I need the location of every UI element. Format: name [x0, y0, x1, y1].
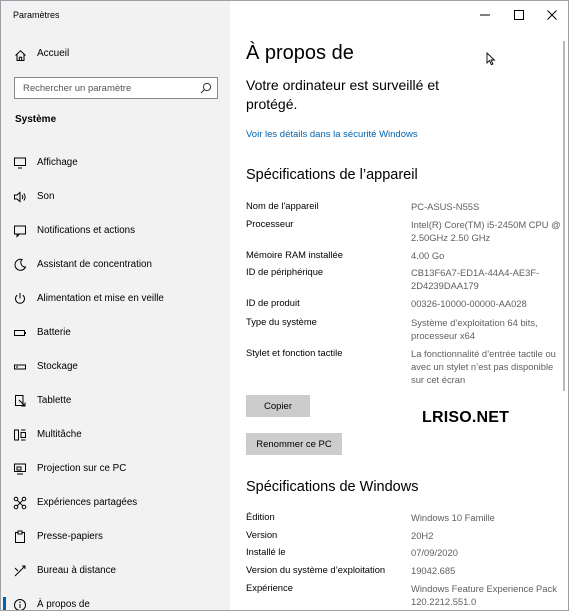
shared-experiences-icon — [13, 496, 27, 510]
storage-icon — [14, 364, 26, 370]
device-specs-heading: Spécifications de l’appareil — [246, 167, 418, 183]
notification-icon — [14, 225, 26, 238]
sidebar-item-clipboard[interactable]: Presse-papiers — [1, 522, 230, 552]
multitask-icon — [14, 429, 26, 441]
spec-key: Édition — [246, 511, 275, 522]
scrollbar[interactable] — [563, 41, 565, 391]
sidebar-item-label: Projection sur ce PC — [37, 463, 127, 474]
speaker-icon — [14, 191, 26, 203]
sidebar-item-label: Presse-papiers — [37, 531, 103, 542]
spec-key: ID de périphérique — [246, 266, 324, 277]
spec-key: Expérience — [246, 582, 293, 593]
clipboard-icon — [15, 530, 25, 543]
home-icon — [15, 49, 26, 61]
search-box[interactable] — [14, 77, 218, 99]
sidebar-item-info[interactable]: À propos de — [1, 590, 230, 610]
spec-key: Nom de l'appareil — [246, 200, 319, 211]
sidebar-item-label: Son — [37, 191, 55, 202]
spec-value: Windows 10 Famille — [411, 512, 495, 523]
battery-icon — [14, 330, 26, 336]
security-details-link[interactable]: Voir les détails dans la sécurité Window… — [246, 129, 418, 140]
spec-key: Type du système — [246, 316, 317, 327]
copy-button[interactable]: Copier — [246, 395, 310, 417]
home-nav-item[interactable]: Accueil — [14, 46, 69, 64]
sidebar: Paramètres Accueil Système Affichage Son N… — [1, 1, 230, 610]
spec-value: La fonctionnalité d’entrée tactile ou av… — [411, 348, 556, 385]
spec-key: Installé le — [246, 546, 286, 557]
windows-specs-heading: Spécifications de Windows — [246, 479, 419, 495]
sidebar-item-label: Alimentation et mise en veille — [37, 293, 164, 304]
spec-value: 07/09/2020 — [411, 547, 458, 558]
sidebar-item-moon[interactable]: Assistant de concentration — [1, 250, 230, 280]
home-label: Accueil — [37, 48, 70, 59]
power-icon — [15, 293, 25, 304]
remote-desktop-icon — [14, 565, 26, 577]
rename-pc-button[interactable]: Renommer ce PC — [246, 433, 342, 455]
sidebar-item-battery[interactable]: Batterie — [1, 318, 230, 348]
spec-key: Version du système d’exploitation — [246, 564, 386, 575]
sidebar-item-display[interactable]: Affichage — [1, 148, 230, 178]
sidebar-item-speaker[interactable]: Son — [1, 182, 230, 212]
sidebar-item-label: Expériences partagées — [37, 497, 138, 508]
sidebar-item-multitask[interactable]: Multitâche — [1, 420, 230, 450]
sidebar-item-label: Batterie — [37, 327, 71, 338]
spec-value: Intel(R) Core(TM) i5-2450M CPU @ 2.50GHz… — [411, 219, 561, 243]
sidebar-item-storage[interactable]: Stockage — [1, 352, 230, 382]
sidebar-item-shared-experiences[interactable]: Expériences partagées — [1, 488, 230, 518]
mouse-cursor-icon — [486, 52, 496, 66]
info-icon — [14, 599, 26, 610]
page-title: À propos de — [246, 42, 354, 64]
projection-icon — [14, 463, 26, 475]
display-icon — [14, 157, 26, 169]
sidebar-item-label: À propos de — [37, 599, 90, 610]
spec-key: Stylet et fonction tactile — [246, 347, 343, 358]
security-status-text: Votre ordinateur est surveillé et protég… — [246, 77, 439, 112]
sidebar-item-label: Assistant de concentration — [37, 259, 152, 270]
sidebar-item-label: Tablette — [37, 395, 72, 406]
sidebar-item-tablet[interactable]: Tablette — [1, 386, 230, 416]
sidebar-item-projection[interactable]: Projection sur ce PC — [1, 454, 230, 484]
spec-key: Version — [246, 529, 278, 540]
spec-value: 00326-10000-00000-AA028 — [411, 298, 527, 309]
spec-key: Mémoire RAM installée — [246, 249, 343, 260]
search-icon[interactable] — [200, 82, 212, 94]
active-indicator — [3, 597, 6, 610]
tablet-icon — [15, 395, 26, 407]
sidebar-item-notification[interactable]: Notifications et actions — [1, 216, 230, 246]
search-input[interactable] — [15, 78, 195, 99]
spec-value: 19042.685 — [411, 565, 456, 576]
sidebar-item-label: Multitâche — [37, 429, 82, 440]
spec-key: Processeur — [246, 218, 294, 229]
spec-value: Système d’exploitation 64 bits, processe… — [411, 317, 538, 341]
spec-value: PC-ASUS-N55S — [411, 201, 480, 212]
main-content: À propos de Votre ordinateur est surveil… — [230, 1, 568, 610]
section-label: Système — [15, 114, 57, 125]
sidebar-item-remote-desktop[interactable]: Bureau à distance — [1, 556, 230, 586]
spec-value: 4.00 Go — [411, 250, 445, 261]
sidebar-item-label: Bureau à distance — [37, 565, 116, 576]
spec-key: ID de produit — [246, 297, 300, 308]
sidebar-item-label: Affichage — [37, 157, 78, 168]
spec-value: 20H2 — [411, 530, 434, 541]
spec-value: CB13F6A7-ED1A-44A4-AE3F-2D4239DAA179 — [411, 267, 540, 291]
watermark-text: LRISO.NET — [422, 409, 510, 426]
settings-window: Paramètres Accueil Système Affichage Son N… — [0, 0, 569, 611]
moon-icon — [14, 258, 27, 271]
sidebar-item-power[interactable]: Alimentation et mise en veille — [1, 284, 230, 314]
app-title: Paramètres — [13, 10, 60, 20]
sidebar-item-label: Notifications et actions — [37, 225, 136, 236]
spec-value: Windows Feature Experience Pack 120.2212… — [411, 583, 557, 607]
sidebar-item-label: Stockage — [37, 361, 78, 372]
